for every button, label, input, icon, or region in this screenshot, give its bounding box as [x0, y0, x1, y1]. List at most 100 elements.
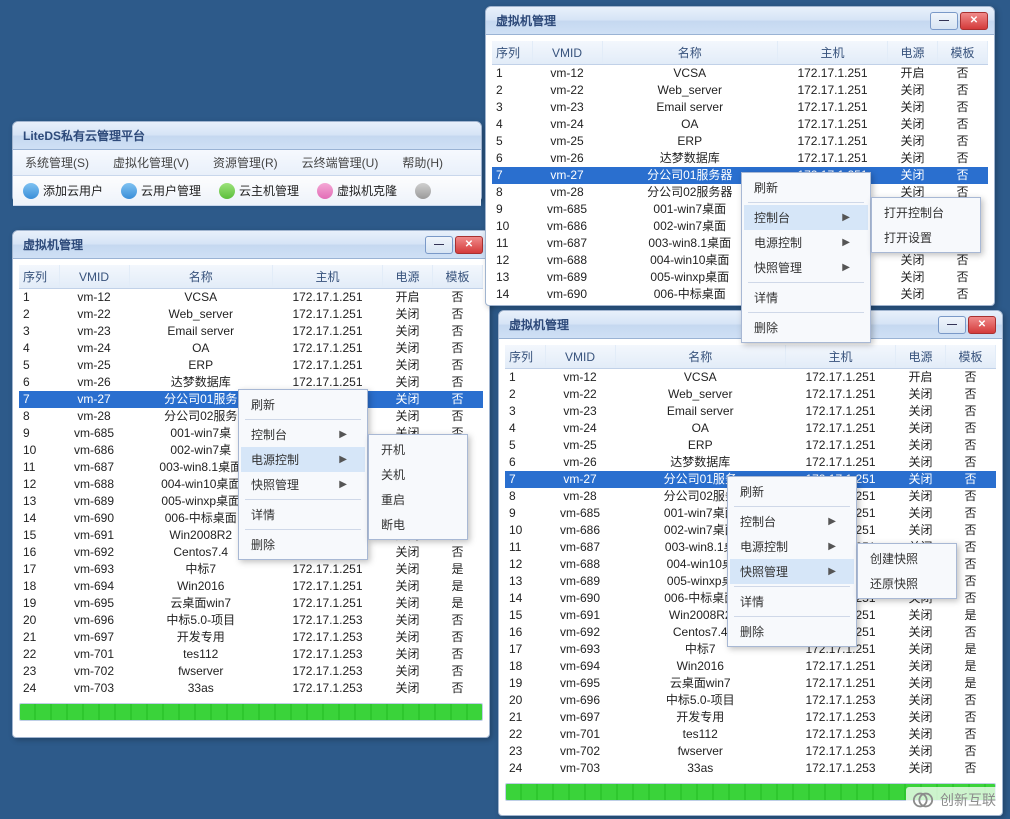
table-row[interactable]: 14vm-690006-中标桌面172.17.1.251关闭否 [492, 286, 988, 303]
table-row[interactable]: 24vm-70333as172.17.1.253关闭否 [19, 680, 483, 697]
ctx-power-stop[interactable]: 关机 [371, 462, 465, 487]
ctx-console[interactable]: 控制台▶ [730, 509, 854, 534]
menu-资源管理(R)[interactable]: 资源管理(R) [207, 152, 284, 173]
col-power[interactable]: 电源 [888, 41, 938, 65]
table-row[interactable]: 18vm-694Win2016172.17.1.251关闭是 [19, 578, 483, 595]
ctx-power[interactable]: 电源控制▶ [744, 230, 868, 255]
col-power[interactable]: 电源 [383, 265, 433, 289]
table-row[interactable]: 2vm-22Web_server172.17.1.251关闭否 [505, 386, 996, 403]
table-row[interactable]: 5vm-25ERP172.17.1.251关闭否 [505, 437, 996, 454]
col-host[interactable]: 主机 [786, 345, 896, 369]
col-host[interactable]: 主机 [778, 41, 888, 65]
table-row[interactable]: 12vm-688004-win10桌面172.17.1.251关闭否 [492, 252, 988, 269]
close-button[interactable]: ✕ [455, 236, 483, 254]
table-row[interactable]: 23vm-702fwserver172.17.1.253关闭否 [505, 743, 996, 760]
table-row[interactable]: 5vm-25ERP172.17.1.251关闭否 [19, 357, 483, 374]
context-menu[interactable]: 刷新 控制台▶ 电源控制▶ 快照管理▶ 详情 删除 [727, 476, 857, 647]
ctx-refresh[interactable]: 刷新 [744, 175, 868, 200]
col-template[interactable]: 模板 [433, 265, 483, 289]
ctx-console[interactable]: 控制台▶ [744, 205, 868, 230]
table-row[interactable]: 13vm-689005-winxp桌面172.17.1.251关闭否 [492, 269, 988, 286]
table-row[interactable]: 4vm-24OA172.17.1.251关闭否 [505, 420, 996, 437]
table-row[interactable]: 4vm-24OA172.17.1.251关闭否 [492, 116, 988, 133]
ctx-power-start[interactable]: 开机 [371, 437, 465, 462]
toolbar-add-user[interactable]: 添加云用户 [19, 180, 107, 201]
minimize-button[interactable]: — [930, 12, 958, 30]
ctx-console[interactable]: 控制台▶ [241, 422, 365, 447]
table-row[interactable]: 4vm-24OA172.17.1.251关闭否 [19, 340, 483, 357]
table-row[interactable]: 1vm-12VCSA172.17.1.251开启否 [505, 369, 996, 387]
table-row[interactable]: 19vm-695云桌面win7172.17.1.251关闭是 [19, 595, 483, 612]
close-button[interactable]: ✕ [960, 12, 988, 30]
ctx-delete[interactable]: 删除 [730, 619, 854, 644]
table-row[interactable]: 21vm-697开发专用172.17.1.253关闭否 [19, 629, 483, 646]
table-row[interactable]: 21vm-697开发专用172.17.1.253关闭否 [505, 709, 996, 726]
table-row[interactable]: 20vm-696中标5.0-项目172.17.1.253关闭否 [505, 692, 996, 709]
col-seq[interactable]: 序列 [492, 41, 532, 65]
toolbar-vm-clone[interactable]: 虚拟机克隆 [313, 180, 401, 201]
ctx-snapshot-restore[interactable]: 还原快照 [860, 571, 954, 596]
ctx-snapshot-create[interactable]: 创建快照 [860, 546, 954, 571]
toolbar-host-manage[interactable]: 云主机管理 [215, 180, 303, 201]
menu-系统管理(S)[interactable]: 系统管理(S) [19, 152, 95, 173]
ctx-open-console[interactable]: 打开控制台 [874, 200, 978, 225]
table-row[interactable]: 6vm-26达梦数据库172.17.1.251关闭否 [492, 150, 988, 167]
table-row[interactable]: 23vm-702fwserver172.17.1.253关闭否 [19, 663, 483, 680]
table-row[interactable]: 1vm-12VCSA172.17.1.251开启否 [19, 289, 483, 307]
ctx-snapshot[interactable]: 快照管理▶ [241, 472, 365, 497]
menu-云终端管理(U)[interactable]: 云终端管理(U) [296, 152, 385, 173]
table-row[interactable]: 24vm-70333as172.17.1.253关闭否 [505, 760, 996, 777]
menu-虚拟化管理(V)[interactable]: 虚拟化管理(V) [107, 152, 195, 173]
table-row[interactable]: 5vm-25ERP172.17.1.251关闭否 [492, 133, 988, 150]
context-menu[interactable]: 刷新 控制台▶ 电源控制▶ 快照管理▶ 详情 删除 [238, 389, 368, 560]
ctx-detail[interactable]: 详情 [744, 285, 868, 310]
ctx-power[interactable]: 电源控制▶ [241, 447, 365, 472]
table-row[interactable]: 22vm-701tes112172.17.1.253关闭否 [505, 726, 996, 743]
context-submenu-snapshot[interactable]: 创建快照 还原快照 [857, 543, 957, 599]
ctx-delete[interactable]: 删除 [744, 315, 868, 340]
col-name[interactable]: 名称 [615, 345, 786, 369]
table-row[interactable]: 3vm-23Email server172.17.1.251关闭否 [505, 403, 996, 420]
minimize-button[interactable]: — [938, 316, 966, 334]
ctx-open-settings[interactable]: 打开设置 [874, 225, 978, 250]
table-row[interactable]: 3vm-23Email server172.17.1.251关闭否 [492, 99, 988, 116]
col-name[interactable]: 名称 [129, 265, 273, 289]
table-row[interactable]: 22vm-701tes112172.17.1.253关闭否 [19, 646, 483, 663]
ctx-delete[interactable]: 删除 [241, 532, 365, 557]
table-row[interactable]: 19vm-695云桌面win7172.17.1.251关闭是 [505, 675, 996, 692]
toolbar-user-manage[interactable]: 云用户管理 [117, 180, 205, 201]
ctx-refresh[interactable]: 刷新 [241, 392, 365, 417]
col-host[interactable]: 主机 [273, 265, 383, 289]
table-row[interactable]: 20vm-696中标5.0-项目172.17.1.253关闭否 [19, 612, 483, 629]
ctx-power[interactable]: 电源控制▶ [730, 534, 854, 559]
ctx-power-cutoff[interactable]: 断电 [371, 512, 465, 537]
col-vmid[interactable]: VMID [59, 265, 129, 289]
close-button[interactable]: ✕ [968, 316, 996, 334]
col-template[interactable]: 模板 [938, 41, 988, 65]
table-row[interactable]: 6vm-26达梦数据库172.17.1.251关闭否 [505, 454, 996, 471]
table-row[interactable]: 2vm-22Web_server172.17.1.251关闭否 [492, 82, 988, 99]
ctx-snapshot[interactable]: 快照管理▶ [744, 255, 868, 280]
table-row[interactable]: 3vm-23Email server172.17.1.251关闭否 [19, 323, 483, 340]
titlebar[interactable]: 虚拟机管理 — ✕ [13, 231, 489, 259]
col-seq[interactable]: 序列 [19, 265, 59, 289]
col-power[interactable]: 电源 [896, 345, 946, 369]
table-row[interactable]: 7vm-27分公司01服务器172.17.1.251关闭否 [492, 167, 988, 184]
table-row[interactable]: 1vm-12VCSA172.17.1.251开启否 [492, 65, 988, 83]
context-menu[interactable]: 刷新 控制台▶ 电源控制▶ 快照管理▶ 详情 删除 [741, 172, 871, 343]
table-row[interactable]: 2vm-22Web_server172.17.1.251关闭否 [19, 306, 483, 323]
titlebar[interactable]: LiteDS私有云管理平台 [13, 122, 481, 150]
ctx-refresh[interactable]: 刷新 [730, 479, 854, 504]
vm-table[interactable]: 序列VMID名称主机电源模板 1vm-12VCSA172.17.1.251开启否… [492, 41, 988, 303]
menu-帮助(H)[interactable]: 帮助(H) [396, 152, 449, 173]
context-submenu-power[interactable]: 开机 关机 重启 断电 [368, 434, 468, 540]
col-vmid[interactable]: VMID [532, 41, 602, 65]
col-seq[interactable]: 序列 [505, 345, 545, 369]
table-row[interactable]: 17vm-693中标7172.17.1.251关闭是 [19, 561, 483, 578]
context-submenu-console[interactable]: 打开控制台 打开设置 [871, 197, 981, 253]
ctx-snapshot[interactable]: 快照管理▶ [730, 559, 854, 584]
toolbar-more[interactable] [411, 181, 435, 201]
table-row[interactable]: 18vm-694Win2016172.17.1.251关闭是 [505, 658, 996, 675]
ctx-detail[interactable]: 详情 [241, 502, 365, 527]
ctx-power-restart[interactable]: 重启 [371, 487, 465, 512]
